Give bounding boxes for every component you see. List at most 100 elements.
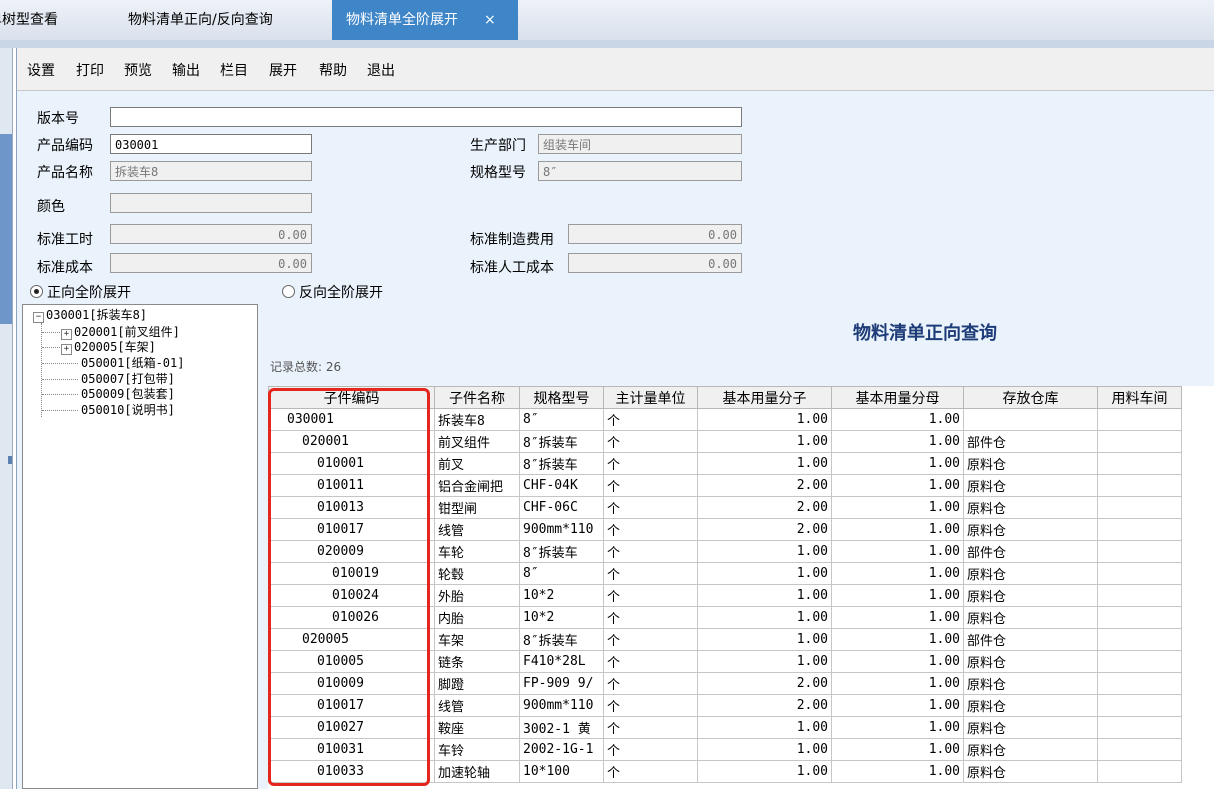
table-cell-ws[interactable]	[1097, 694, 1182, 717]
table-cell-ws[interactable]	[1097, 562, 1182, 585]
table-cell-name[interactable]: 车轮	[434, 540, 520, 563]
table-row[interactable]: 020009 车轮 8″拆装车个 1.00 1.00 部件仓	[268, 540, 1182, 563]
table-cell-wh[interactable]: 原料仓	[963, 518, 1098, 541]
table-row[interactable]: 010001 前叉 8″拆装车个 1.00 1.00 原料仓	[268, 452, 1182, 475]
table-row[interactable]: 010009 脚蹬 FP-909 9/个 2.00 1.00 原料仓	[268, 672, 1182, 695]
table-cell-wh[interactable]: 原料仓	[963, 760, 1098, 783]
table-cell-spec[interactable]: 8″	[519, 562, 604, 585]
table-cell-num[interactable]: 1.00	[697, 540, 832, 563]
table-row[interactable]: 010019 轮毂 8″ 个 1.00 1.00 原料仓	[268, 562, 1182, 585]
table-cell-den[interactable]: 1.00	[831, 650, 964, 673]
table-cell-ws[interactable]	[1097, 518, 1182, 541]
column-header[interactable]: 基本用量分母	[831, 386, 964, 409]
table-cell-name[interactable]: 前叉组件	[434, 430, 520, 453]
table-cell-num[interactable]: 2.00	[697, 518, 832, 541]
table-cell-den[interactable]: 1.00	[831, 430, 964, 453]
table-cell-ws[interactable]	[1097, 474, 1182, 497]
table-cell-name[interactable]: 轮毂	[434, 562, 520, 585]
table-cell-code[interactable]: 010017	[268, 694, 435, 717]
table-cell-name[interactable]: 线管	[434, 518, 520, 541]
table-cell-wh[interactable]: 原料仓	[963, 672, 1098, 695]
columns-button[interactable]: 栏目	[220, 60, 248, 80]
table-cell-code[interactable]: 020009	[268, 540, 435, 563]
table-cell-unit[interactable]: 个	[603, 716, 698, 739]
table-cell-num[interactable]: 1.00	[697, 430, 832, 453]
table-cell-spec[interactable]: 2002-1G-1	[519, 738, 604, 761]
table-cell-code[interactable]: 010033	[268, 760, 435, 783]
table-cell-unit[interactable]: 个	[603, 474, 698, 497]
table-cell-den[interactable]: 1.00	[831, 518, 964, 541]
table-cell-spec[interactable]: 8″拆装车	[519, 540, 604, 563]
table-cell-spec[interactable]: 900mm*110	[519, 694, 604, 717]
table-row[interactable]: 010026 内胎 10*2 个 1.00 1.00 原料仓	[268, 606, 1182, 629]
table-cell-num[interactable]: 2.00	[697, 672, 832, 695]
table-cell-ws[interactable]	[1097, 496, 1182, 519]
table-cell-num[interactable]: 2.00	[697, 496, 832, 519]
table-row[interactable]: 010005 链条 F410*28L 个 1.00 1.00 原料仓	[268, 650, 1182, 673]
table-cell-unit[interactable]: 个	[603, 540, 698, 563]
left-nav-highlight[interactable]	[0, 134, 12, 324]
table-cell-code[interactable]: 020001	[268, 430, 435, 453]
column-header[interactable]: 子件名称	[434, 386, 520, 409]
column-header[interactable]: 用料车间	[1097, 386, 1182, 409]
table-cell-den[interactable]: 1.00	[831, 760, 964, 783]
table-cell-ws[interactable]	[1097, 650, 1182, 673]
preview-button[interactable]: 预览	[124, 60, 152, 80]
table-cell-den[interactable]: 1.00	[831, 474, 964, 497]
table-cell-code[interactable]: 010026	[268, 606, 435, 629]
table-cell-den[interactable]: 1.00	[831, 540, 964, 563]
table-cell-num[interactable]: 1.00	[697, 452, 832, 475]
tree-node[interactable]: 050001[纸箱-01]	[81, 356, 184, 370]
table-cell-unit[interactable]: 个	[603, 518, 698, 541]
product-code-field[interactable]: 030001	[110, 134, 312, 154]
table-cell-num[interactable]: 1.00	[697, 584, 832, 607]
table-cell-num[interactable]: 1.00	[697, 760, 832, 783]
expand-button[interactable]: 展开	[269, 60, 297, 80]
table-cell-unit[interactable]: 个	[603, 606, 698, 629]
tree-node-root[interactable]: −030001[拆装车8]	[33, 308, 147, 323]
table-cell-name[interactable]: 铝合金闸把	[434, 474, 520, 497]
table-row[interactable]: 030001 拆装车8 8″ 个 1.00 1.00	[268, 408, 1182, 431]
table-cell-code[interactable]: 010011	[268, 474, 435, 497]
table-cell-num[interactable]: 1.00	[697, 628, 832, 651]
table-cell-spec[interactable]: 8″拆装车	[519, 452, 604, 475]
table-cell-ws[interactable]	[1097, 738, 1182, 761]
table-cell-spec[interactable]: CHF-06C	[519, 496, 604, 519]
expand-icon[interactable]: +	[61, 344, 72, 355]
table-cell-wh[interactable]: 原料仓	[963, 452, 1098, 475]
table-cell-wh[interactable]: 原料仓	[963, 584, 1098, 607]
tab-bom-full-expand[interactable]: 物料清单全阶展开 ×	[332, 0, 518, 40]
table-cell-spec[interactable]: 8″拆装车	[519, 430, 604, 453]
table-cell-wh[interactable]: 部件仓	[963, 540, 1098, 563]
table-cell-name[interactable]: 钳型闸	[434, 496, 520, 519]
column-header[interactable]: 子件编码	[268, 386, 435, 409]
table-cell-code[interactable]: 020005	[268, 628, 435, 651]
column-header[interactable]: 规格型号	[519, 386, 604, 409]
table-cell-spec[interactable]: CHF-04K	[519, 474, 604, 497]
table-cell-num[interactable]: 1.00	[697, 650, 832, 673]
table-cell-unit[interactable]: 个	[603, 672, 698, 695]
table-cell-name[interactable]: 脚蹬	[434, 672, 520, 695]
table-cell-unit[interactable]: 个	[603, 584, 698, 607]
table-cell-ws[interactable]	[1097, 540, 1182, 563]
table-cell-unit[interactable]: 个	[603, 496, 698, 519]
table-cell-spec[interactable]: 3002-1 黄	[519, 716, 604, 739]
table-cell-name[interactable]: 链条	[434, 650, 520, 673]
tab-bom-forward-reverse-query[interactable]: 物料清单正向/反向查询	[128, 0, 273, 40]
table-cell-code[interactable]: 010024	[268, 584, 435, 607]
settings-button[interactable]: 设置	[27, 60, 55, 80]
table-cell-unit[interactable]: 个	[603, 694, 698, 717]
table-row[interactable]: 010017 线管 900mm*110 个 2.00 1.00 原料仓	[268, 694, 1182, 717]
table-cell-unit[interactable]: 个	[603, 452, 698, 475]
export-button[interactable]: 输出	[172, 60, 200, 80]
table-cell-name[interactable]: 鞍座	[434, 716, 520, 739]
table-cell-den[interactable]: 1.00	[831, 452, 964, 475]
column-header[interactable]: 主计量单位	[603, 386, 698, 409]
table-cell-num[interactable]: 1.00	[697, 738, 832, 761]
table-cell-ws[interactable]	[1097, 584, 1182, 607]
table-cell-ws[interactable]	[1097, 760, 1182, 783]
tree-node[interactable]: 050010[说明书]	[81, 403, 175, 417]
table-cell-unit[interactable]: 个	[603, 760, 698, 783]
table-cell-unit[interactable]: 个	[603, 650, 698, 673]
table-cell-code[interactable]: 010009	[268, 672, 435, 695]
